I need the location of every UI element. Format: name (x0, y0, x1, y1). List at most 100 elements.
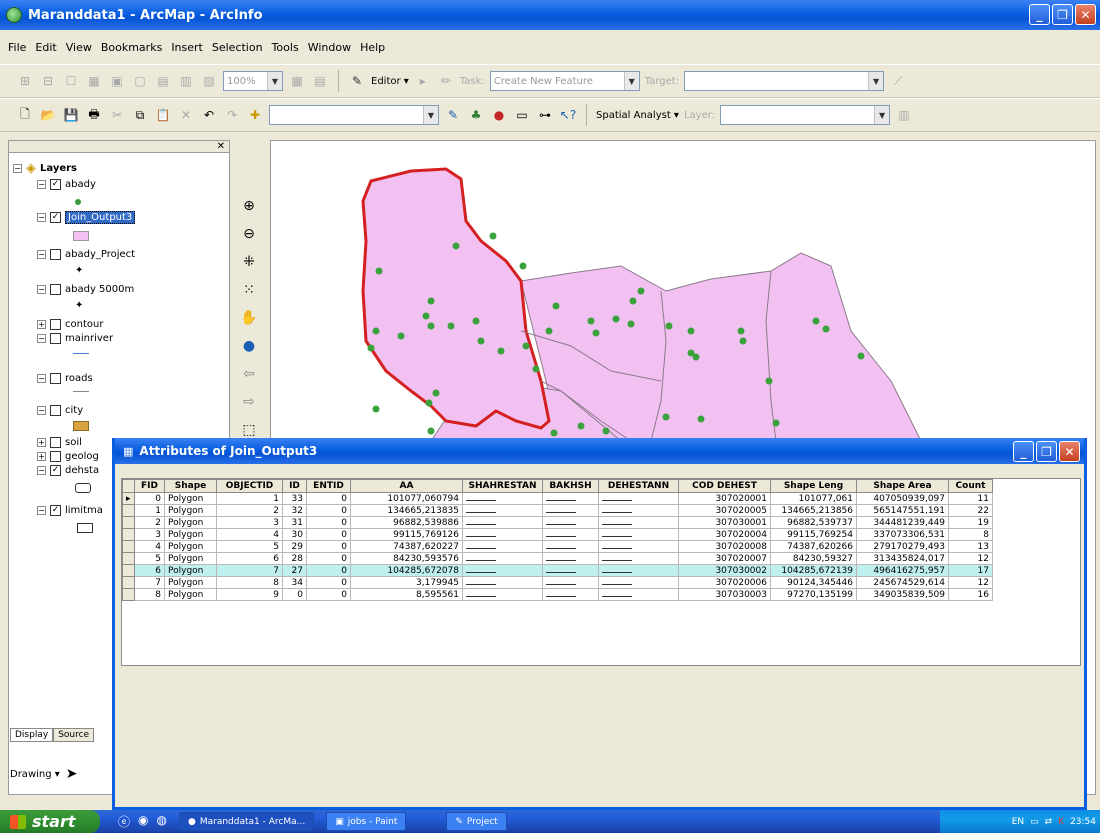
column-header[interactable]: ID (282, 479, 307, 493)
chevron-down-icon[interactable]: ▼ (423, 106, 438, 124)
table-cell[interactable]: 307020007 (678, 552, 771, 565)
visibility-checkbox[interactable] (50, 405, 61, 416)
toc-layer-city[interactable]: − city (37, 405, 83, 416)
spatial-analyst-menu[interactable]: Spatial Analyst ▾ (596, 110, 679, 121)
whats-this-help-icon[interactable]: ↖? (559, 106, 577, 124)
save-icon[interactable]: 💾 (62, 106, 80, 124)
table-cell[interactable]: 104285,672139 (770, 564, 857, 577)
table-cell[interactable]: 307020008 (678, 540, 771, 553)
select-elements-icon[interactable]: ➤ (66, 766, 78, 782)
row-selector[interactable] (122, 564, 135, 577)
zoom-out-icon[interactable]: ⊖ (238, 223, 260, 245)
settlement-point[interactable] (372, 327, 380, 335)
attributes-maximize-button[interactable]: ❐ (1036, 441, 1057, 462)
table-cell[interactable]: Polygon (164, 504, 217, 517)
settlement-point[interactable] (432, 389, 440, 397)
table-cell[interactable]: Polygon (164, 552, 217, 565)
fixed-zoom-out-icon[interactable]: ▢ (131, 72, 149, 90)
table-cell[interactable]: 19 (948, 516, 993, 529)
collapse-icon[interactable]: − (37, 406, 46, 415)
undo-icon[interactable]: ↶ (200, 106, 218, 124)
table-row[interactable]: 8 Polygon 9 0 0 8,595561 307030003 97270,135199… (122, 588, 993, 601)
table-cell[interactable] (598, 576, 679, 589)
table-cell[interactable] (542, 528, 599, 541)
open-folder-icon[interactable]: 📂 (39, 106, 57, 124)
settlement-point[interactable] (577, 422, 585, 430)
settlement-point[interactable] (447, 322, 455, 330)
table-cell[interactable] (598, 552, 679, 565)
table-cell[interactable]: Polygon (164, 540, 217, 553)
table-row[interactable]: 1 Polygon 2 32 0 134665,213835 307020005 134665… (122, 504, 993, 517)
pan-page-icon[interactable]: ☐ (62, 72, 80, 90)
settlement-point[interactable] (422, 312, 430, 320)
table-cell[interactable]: Polygon (164, 516, 217, 529)
redo-icon[interactable]: ↷ (223, 106, 241, 124)
toc-layer-join-output3[interactable]: − ✓ Join_Output3 (37, 211, 136, 224)
menu-file[interactable]: File (8, 41, 26, 54)
collapse-icon[interactable]: − (37, 285, 46, 294)
table-cell[interactable]: 565147551,191 (856, 504, 949, 517)
table-cell[interactable]: 1 (216, 492, 283, 505)
table-cell[interactable]: 307030002 (678, 564, 771, 577)
drawing-menu[interactable]: Drawing ▾ (10, 769, 60, 780)
table-cell[interactable]: 496416275,957 (856, 564, 949, 577)
toc-layer-dehsta[interactable]: − ✓ dehsta (37, 465, 99, 476)
table-row[interactable]: 2 Polygon 3 31 0 96882,539886 307030001 96882,5… (122, 516, 993, 529)
table-cell[interactable]: 90124,345446 (770, 576, 857, 589)
model-builder-icon[interactable]: ⊶ (536, 106, 554, 124)
paste-icon[interactable]: 📋 (154, 106, 172, 124)
table-cell[interactable]: 3,179945 (350, 576, 463, 589)
minimize-button[interactable]: _ (1029, 4, 1050, 25)
settlement-point[interactable] (602, 427, 610, 435)
table-cell[interactable] (542, 552, 599, 565)
new-document-icon[interactable]: 🗋 (16, 106, 34, 124)
expand-icon[interactable]: + (37, 452, 46, 461)
settlement-point[interactable] (519, 262, 527, 270)
arccatalog-icon[interactable]: ● (490, 106, 508, 124)
table-cell[interactable]: 101077,061 (770, 492, 857, 505)
table-cell[interactable]: 28 (282, 552, 307, 565)
table-cell[interactable]: 0 (306, 504, 351, 517)
polygon-selected[interactable] (361, 167, 551, 430)
table-cell[interactable] (462, 516, 543, 529)
table-cell[interactable]: 0 (282, 588, 307, 601)
table-cell[interactable]: 307030003 (678, 588, 771, 601)
edit-tool-icon[interactable]: ▸ (414, 72, 432, 90)
table-cell[interactable]: 307020004 (678, 528, 771, 541)
zoom-out-page-icon[interactable]: ⊟ (39, 72, 57, 90)
zoom-100-icon[interactable]: ▤ (154, 72, 172, 90)
target-combo[interactable]: ▼ (684, 71, 885, 91)
table-cell[interactable]: 4 (134, 540, 165, 553)
toc-layer-abady-project[interactable]: − abady_Project (37, 249, 135, 260)
table-cell[interactable]: 307020005 (678, 504, 771, 517)
settlement-point[interactable] (550, 429, 558, 437)
settlement-point[interactable] (587, 317, 595, 325)
media-player-icon[interactable]: ◉ (138, 813, 148, 830)
change-layout-icon[interactable]: ▦ (288, 72, 306, 90)
zoom-whole-page-icon[interactable]: ▦ (85, 72, 103, 90)
table-cell[interactable]: 3 (216, 516, 283, 529)
editor-toolbar-icon[interactable]: ✎ (348, 72, 366, 90)
map-scale-combo[interactable]: ▼ (269, 105, 439, 125)
table-cell[interactable]: 0 (306, 564, 351, 577)
sketch-tool-icon[interactable]: ✏ (437, 72, 455, 90)
row-selector[interactable] (122, 504, 135, 517)
menu-selection[interactable]: Selection (212, 41, 263, 54)
row-selector[interactable] (122, 552, 135, 565)
table-cell[interactable]: 32 (282, 504, 307, 517)
settlement-point[interactable] (822, 325, 830, 333)
forward-extent-icon[interactable]: ⇨ (238, 391, 260, 413)
chevron-down-icon[interactable]: ▼ (868, 72, 884, 90)
table-cell[interactable]: 84230,59327 (770, 552, 857, 565)
table-cell[interactable]: 7 (216, 564, 283, 577)
collapse-icon[interactable]: − (37, 506, 46, 515)
maximize-button[interactable]: ❐ (1052, 4, 1073, 25)
arctoolbox-icon[interactable]: ♣ (467, 106, 485, 124)
visibility-checkbox[interactable] (50, 319, 61, 330)
settlement-point[interactable] (737, 327, 745, 335)
table-cell[interactable]: 2 (134, 516, 165, 529)
column-header[interactable]: Shape Area (856, 479, 949, 493)
settlement-point[interactable] (739, 337, 747, 345)
task-arcmap[interactable]: ● Maranddata1 - ArcMa... (178, 812, 315, 831)
chevron-down-icon[interactable]: ▼ (267, 72, 282, 90)
